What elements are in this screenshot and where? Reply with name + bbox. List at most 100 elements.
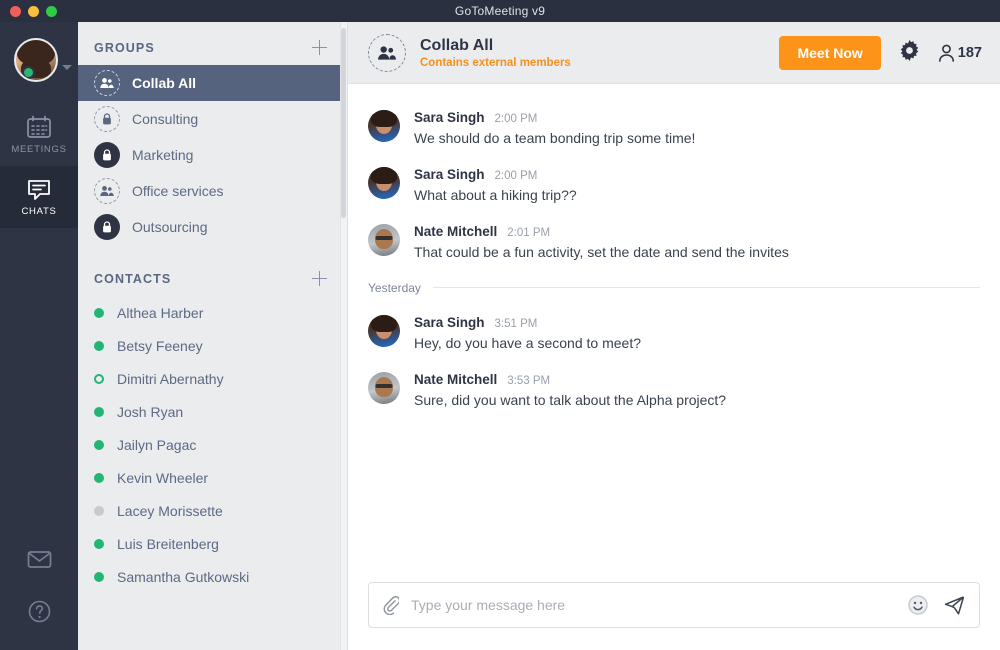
paperclip-icon[interactable] xyxy=(383,596,399,615)
member-count[interactable]: 187 xyxy=(938,44,982,62)
left-rail: MEETINGS CHATS xyxy=(0,22,78,650)
contact-label: Betsy Feeney xyxy=(117,338,203,354)
mail-icon[interactable] xyxy=(27,550,52,574)
user-avatar-area[interactable] xyxy=(6,38,72,82)
send-icon[interactable] xyxy=(944,595,965,616)
message-text: We should do a team bonding trip some ti… xyxy=(414,129,695,148)
message-meta: Sara Singh 3:51 PM xyxy=(414,315,641,330)
message-author: Sara Singh xyxy=(414,167,485,182)
groups-contacts-panel: GROUPS Collab All Consulting xyxy=(78,22,348,650)
message-time: 3:53 PM xyxy=(507,375,550,387)
group-item-consulting[interactable]: Consulting xyxy=(78,101,347,137)
contact-label: Luis Breitenberg xyxy=(117,536,219,552)
message-text: That could be a fun activity, set the da… xyxy=(414,243,789,262)
gear-icon[interactable] xyxy=(899,40,920,66)
user-avatar[interactable] xyxy=(14,38,58,82)
group-item-collab-all[interactable]: Collab All xyxy=(78,65,347,101)
contact-item[interactable]: Betsy Feeney xyxy=(78,329,347,362)
message-time: 3:51 PM xyxy=(495,318,538,330)
status-dot-online xyxy=(94,407,104,417)
contact-item[interactable]: Kevin Wheeler xyxy=(78,461,347,494)
group-item-label: Collab All xyxy=(132,75,196,91)
contact-label: Jailyn Pagac xyxy=(117,437,196,453)
message-composer xyxy=(348,582,1000,650)
message-meta: Nate Mitchell 2:01 PM xyxy=(414,224,789,239)
composer-box[interactable] xyxy=(368,582,980,628)
groups-section-header: GROUPS xyxy=(78,22,347,65)
contact-label: Althea Harber xyxy=(117,305,203,321)
chat-header: Collab All Contains external members Mee… xyxy=(348,22,1000,84)
day-divider-line xyxy=(433,287,980,288)
group-people-icon xyxy=(94,70,120,96)
message-author: Sara Singh xyxy=(414,315,485,330)
message-input[interactable] xyxy=(411,597,908,613)
chat-header-text: Collab All Contains external members xyxy=(420,37,571,69)
day-divider: Yesterday xyxy=(368,281,980,295)
rail-item-chats[interactable]: CHATS xyxy=(0,166,78,228)
contact-item[interactable]: Dimitri Abernathy xyxy=(78,362,347,395)
groups-title: GROUPS xyxy=(94,41,155,55)
rail-item-meetings[interactable]: MEETINGS xyxy=(0,104,78,166)
message-text: Hey, do you have a second to meet? xyxy=(414,334,641,353)
message-list: Sara Singh 2:00 PM We should do a team b… xyxy=(348,84,1000,582)
group-item-label: Outsourcing xyxy=(132,219,207,235)
help-icon[interactable] xyxy=(28,600,51,628)
add-group-button[interactable] xyxy=(312,40,327,55)
message-body: Sara Singh 3:51 PM Hey, do you have a se… xyxy=(414,315,641,353)
message-author: Sara Singh xyxy=(414,110,485,125)
app-window: GoToMeeting v9 MEETINGS xyxy=(0,0,1000,650)
group-lock-icon xyxy=(94,106,120,132)
group-item-marketing[interactable]: Marketing xyxy=(78,137,347,173)
status-dot-online xyxy=(94,473,104,483)
group-people-icon xyxy=(368,34,406,72)
group-item-label: Consulting xyxy=(132,111,198,127)
meet-now-button[interactable]: Meet Now xyxy=(779,36,880,70)
contact-label: Josh Ryan xyxy=(117,404,183,420)
external-members-badge: Contains external members xyxy=(420,57,571,69)
avatar xyxy=(368,224,400,256)
status-dot-away xyxy=(94,374,104,384)
contact-label: Samantha Gutkowski xyxy=(117,569,249,585)
message-time: 2:01 PM xyxy=(507,227,550,239)
rail-nav: MEETINGS CHATS xyxy=(0,104,78,228)
status-dot-online xyxy=(94,539,104,549)
person-icon xyxy=(938,44,955,62)
app-body: MEETINGS CHATS xyxy=(0,22,1000,650)
chevron-down-icon[interactable] xyxy=(62,65,72,70)
contact-item[interactable]: Samantha Gutkowski xyxy=(78,560,347,593)
panel-scroll-content: GROUPS Collab All Consulting xyxy=(78,22,347,650)
contact-label: Dimitri Abernathy xyxy=(117,371,224,387)
group-item-outsourcing[interactable]: Outsourcing xyxy=(78,209,347,245)
message-time: 2:00 PM xyxy=(495,113,538,125)
member-count-label: 187 xyxy=(958,45,982,61)
day-divider-label: Yesterday xyxy=(368,281,421,295)
title-bar: GoToMeeting v9 xyxy=(0,0,1000,22)
page-title: Collab All xyxy=(420,37,571,55)
group-item-office-services[interactable]: Office services xyxy=(78,173,347,209)
group-lock-icon xyxy=(94,214,120,240)
contact-item[interactable]: Luis Breitenberg xyxy=(78,527,347,560)
panel-scrollbar[interactable] xyxy=(340,22,347,650)
message-item: Nate Mitchell 3:53 PM Sure, did you want… xyxy=(368,372,980,410)
contact-item[interactable]: Althea Harber xyxy=(78,296,347,329)
message-author: Nate Mitchell xyxy=(414,372,497,387)
contact-item[interactable]: Josh Ryan xyxy=(78,395,347,428)
contacts-section-header: CONTACTS xyxy=(78,245,347,296)
contact-item[interactable]: Lacey Morissette xyxy=(78,494,347,527)
user-status-badge xyxy=(22,66,35,79)
group-item-label: Marketing xyxy=(132,147,193,163)
avatar xyxy=(368,315,400,347)
status-dot-online xyxy=(94,341,104,351)
contact-label: Kevin Wheeler xyxy=(117,470,208,486)
rail-bottom-nav xyxy=(0,550,78,628)
message-text: Sure, did you want to talk about the Alp… xyxy=(414,391,726,410)
chat-column: Collab All Contains external members Mee… xyxy=(348,22,1000,650)
avatar xyxy=(368,110,400,142)
window-title: GoToMeeting v9 xyxy=(0,4,1000,18)
panel-scrollbar-thumb[interactable] xyxy=(341,28,346,218)
add-contact-button[interactable] xyxy=(312,271,327,286)
rail-item-label: MEETINGS xyxy=(11,144,66,155)
smiley-icon[interactable] xyxy=(908,595,928,615)
contact-item[interactable]: Jailyn Pagac xyxy=(78,428,347,461)
status-dot-online xyxy=(94,572,104,582)
